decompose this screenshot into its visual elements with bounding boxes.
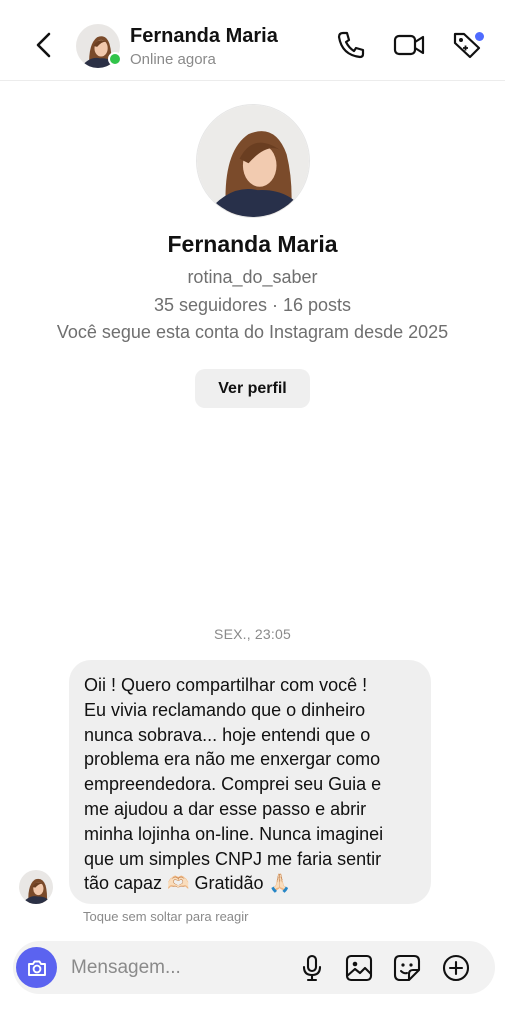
tag-icon[interactable] (450, 28, 484, 62)
profile-avatar[interactable] (196, 104, 310, 218)
chat-header: Fernanda Maria Online agora (0, 0, 505, 81)
microphone-icon[interactable] (296, 952, 328, 984)
profile-stats: 35 seguidores · 16 posts (153, 295, 352, 315)
image-icon[interactable] (343, 952, 375, 984)
phone-icon[interactable] (334, 28, 368, 62)
message-line: tão capaz 🫶🏻 Gratidão 🙏🏻 (84, 873, 291, 894)
message-line: Oii ! Quero compartilhar com você ! (84, 675, 368, 695)
message-line: problema era não me enxergar como (84, 749, 381, 770)
message-line: empreendedora. Comprei seu Guia e (84, 774, 382, 795)
message-input[interactable] (69, 954, 283, 982)
camera-icon[interactable] (16, 947, 57, 988)
message-timestamp: SEX., 23:05 (214, 626, 291, 642)
online-status-text: Online agora (130, 51, 216, 68)
message-line: minha lojinha on-line. Nunca imaginei (84, 823, 384, 844)
sender-avatar[interactable] (19, 870, 53, 904)
message-line: me ajudou a dar esse passo e abrir (84, 798, 367, 819)
message-line: Eu vivia reclamando que o dinheiro (84, 699, 366, 720)
follow-since-text: Você segue esta conta do Instagram desde… (56, 322, 449, 342)
profile-name: Fernanda Maria (167, 231, 338, 257)
online-status-dot (108, 52, 122, 66)
notification-dot (475, 32, 484, 41)
message-composer (13, 941, 495, 994)
view-profile-button[interactable]: Ver perfil (195, 369, 310, 408)
profile-username: rotina_do_saber (187, 267, 318, 287)
sticker-icon[interactable] (391, 952, 423, 984)
avatar[interactable] (76, 24, 122, 68)
message-bubble[interactable]: Oii ! Quero compartilhar com você ! Eu v… (69, 660, 431, 904)
react-hint-text: Toque sem soltar para reagir (83, 909, 249, 924)
chat-contact-name[interactable]: Fernanda Maria (130, 25, 278, 48)
plus-icon[interactable] (440, 952, 472, 984)
back-arrow-icon[interactable] (28, 28, 58, 62)
message-line: nunca sobrava... hoje entendi que o (84, 724, 371, 745)
message-line: que um simples CNPJ me faria sentir (84, 848, 382, 869)
video-camera-icon[interactable] (392, 28, 426, 62)
